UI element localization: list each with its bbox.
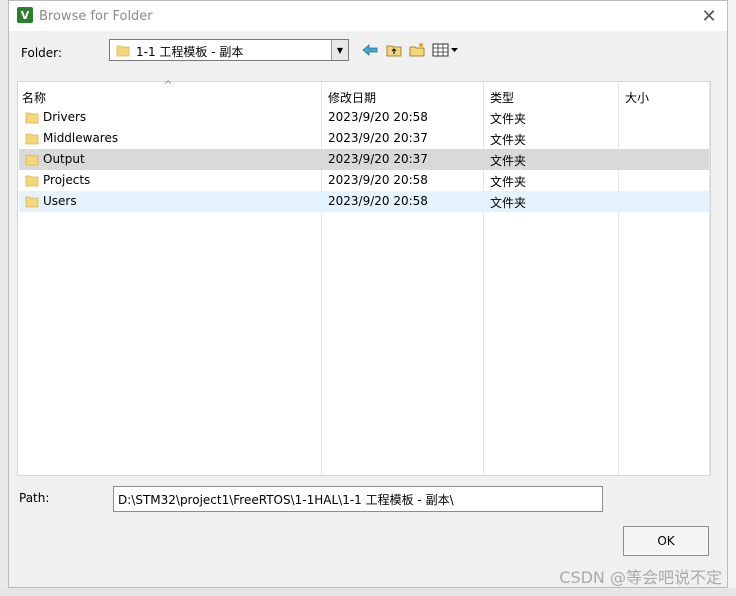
list-item-output[interactable]: Output 2023/9/20 20:37 文件夹 <box>19 149 709 170</box>
item-type: 文件夹 <box>490 133 527 147</box>
ok-button[interactable]: OK <box>623 526 709 556</box>
item-name: Drivers <box>43 110 87 124</box>
list-item-projects[interactable]: Projects 2023/9/20 20:58 文件夹 <box>19 170 709 191</box>
window-title: Browse for Folder <box>39 9 153 24</box>
view-menu-icon[interactable] <box>431 41 461 59</box>
title-bar[interactable]: V Browse for Folder ✕ <box>9 1 727 31</box>
item-type: 文件夹 <box>490 112 527 126</box>
folder-dropdown[interactable]: 1-1 工程模板 - 副本 ▼ <box>109 39 349 61</box>
new-folder-icon[interactable] <box>408 41 426 59</box>
item-type: 文件夹 <box>490 196 527 210</box>
chevron-down-icon[interactable]: ▼ <box>331 40 348 60</box>
browse-for-folder-dialog: V Browse for Folder ✕ Folder: 1-1 工程模板 -… <box>8 0 728 588</box>
item-name: Output <box>43 152 85 166</box>
folder-current-value: 1-1 工程模板 - 副本 <box>136 45 244 59</box>
folder-icon <box>25 152 39 169</box>
list-header: ^ 名称 修改日期 类型 大小 <box>18 80 710 106</box>
item-type: 文件夹 <box>490 154 527 168</box>
column-header-name[interactable]: 名称 <box>22 89 46 106</box>
app-icon: V <box>17 7 33 23</box>
item-modified: 2023/9/20 20:37 <box>328 152 428 166</box>
item-modified: 2023/9/20 20:58 <box>328 194 428 208</box>
background-window-bottom <box>0 588 736 596</box>
item-modified: 2023/9/20 20:58 <box>328 110 428 124</box>
folder-icon <box>25 173 39 190</box>
column-divider <box>709 82 710 475</box>
item-name: Middlewares <box>43 131 119 145</box>
list-item-users[interactable]: Users 2023/9/20 20:58 文件夹 <box>19 191 709 212</box>
item-name: Projects <box>43 173 91 187</box>
folder-icon <box>25 131 39 148</box>
sort-ascending-icon: ^ <box>164 80 173 91</box>
item-modified: 2023/9/20 20:58 <box>328 173 428 187</box>
column-header-modified[interactable]: 修改日期 <box>328 89 376 106</box>
item-name: Users <box>43 194 77 208</box>
path-label: Path: <box>19 491 50 505</box>
item-modified: 2023/9/20 20:37 <box>328 131 428 145</box>
back-icon[interactable] <box>361 41 379 59</box>
folder-icon <box>25 194 39 211</box>
column-header-type[interactable]: 类型 <box>490 89 514 106</box>
list-item-middlewares[interactable]: Middlewares 2023/9/20 20:37 文件夹 <box>19 128 709 149</box>
item-type: 文件夹 <box>490 175 527 189</box>
folder-icon <box>116 43 130 60</box>
watermark: CSDN @等会吧说不定 <box>559 568 722 587</box>
folder-label: Folder: <box>21 46 62 60</box>
path-input[interactable]: D:\STM32\project1\FreeRTOS\1-1HAL\1-1 工程… <box>113 486 603 512</box>
column-header-size[interactable]: 大小 <box>625 89 649 106</box>
folder-icon <box>25 110 39 127</box>
folder-list-view[interactable]: ^ 名称 修改日期 类型 大小 Drivers 2023/9/20 20:58 … <box>17 80 711 476</box>
list-item-drivers[interactable]: Drivers 2023/9/20 20:58 文件夹 <box>19 107 709 128</box>
up-folder-icon[interactable] <box>385 41 403 59</box>
close-button[interactable]: ✕ <box>697 5 721 27</box>
